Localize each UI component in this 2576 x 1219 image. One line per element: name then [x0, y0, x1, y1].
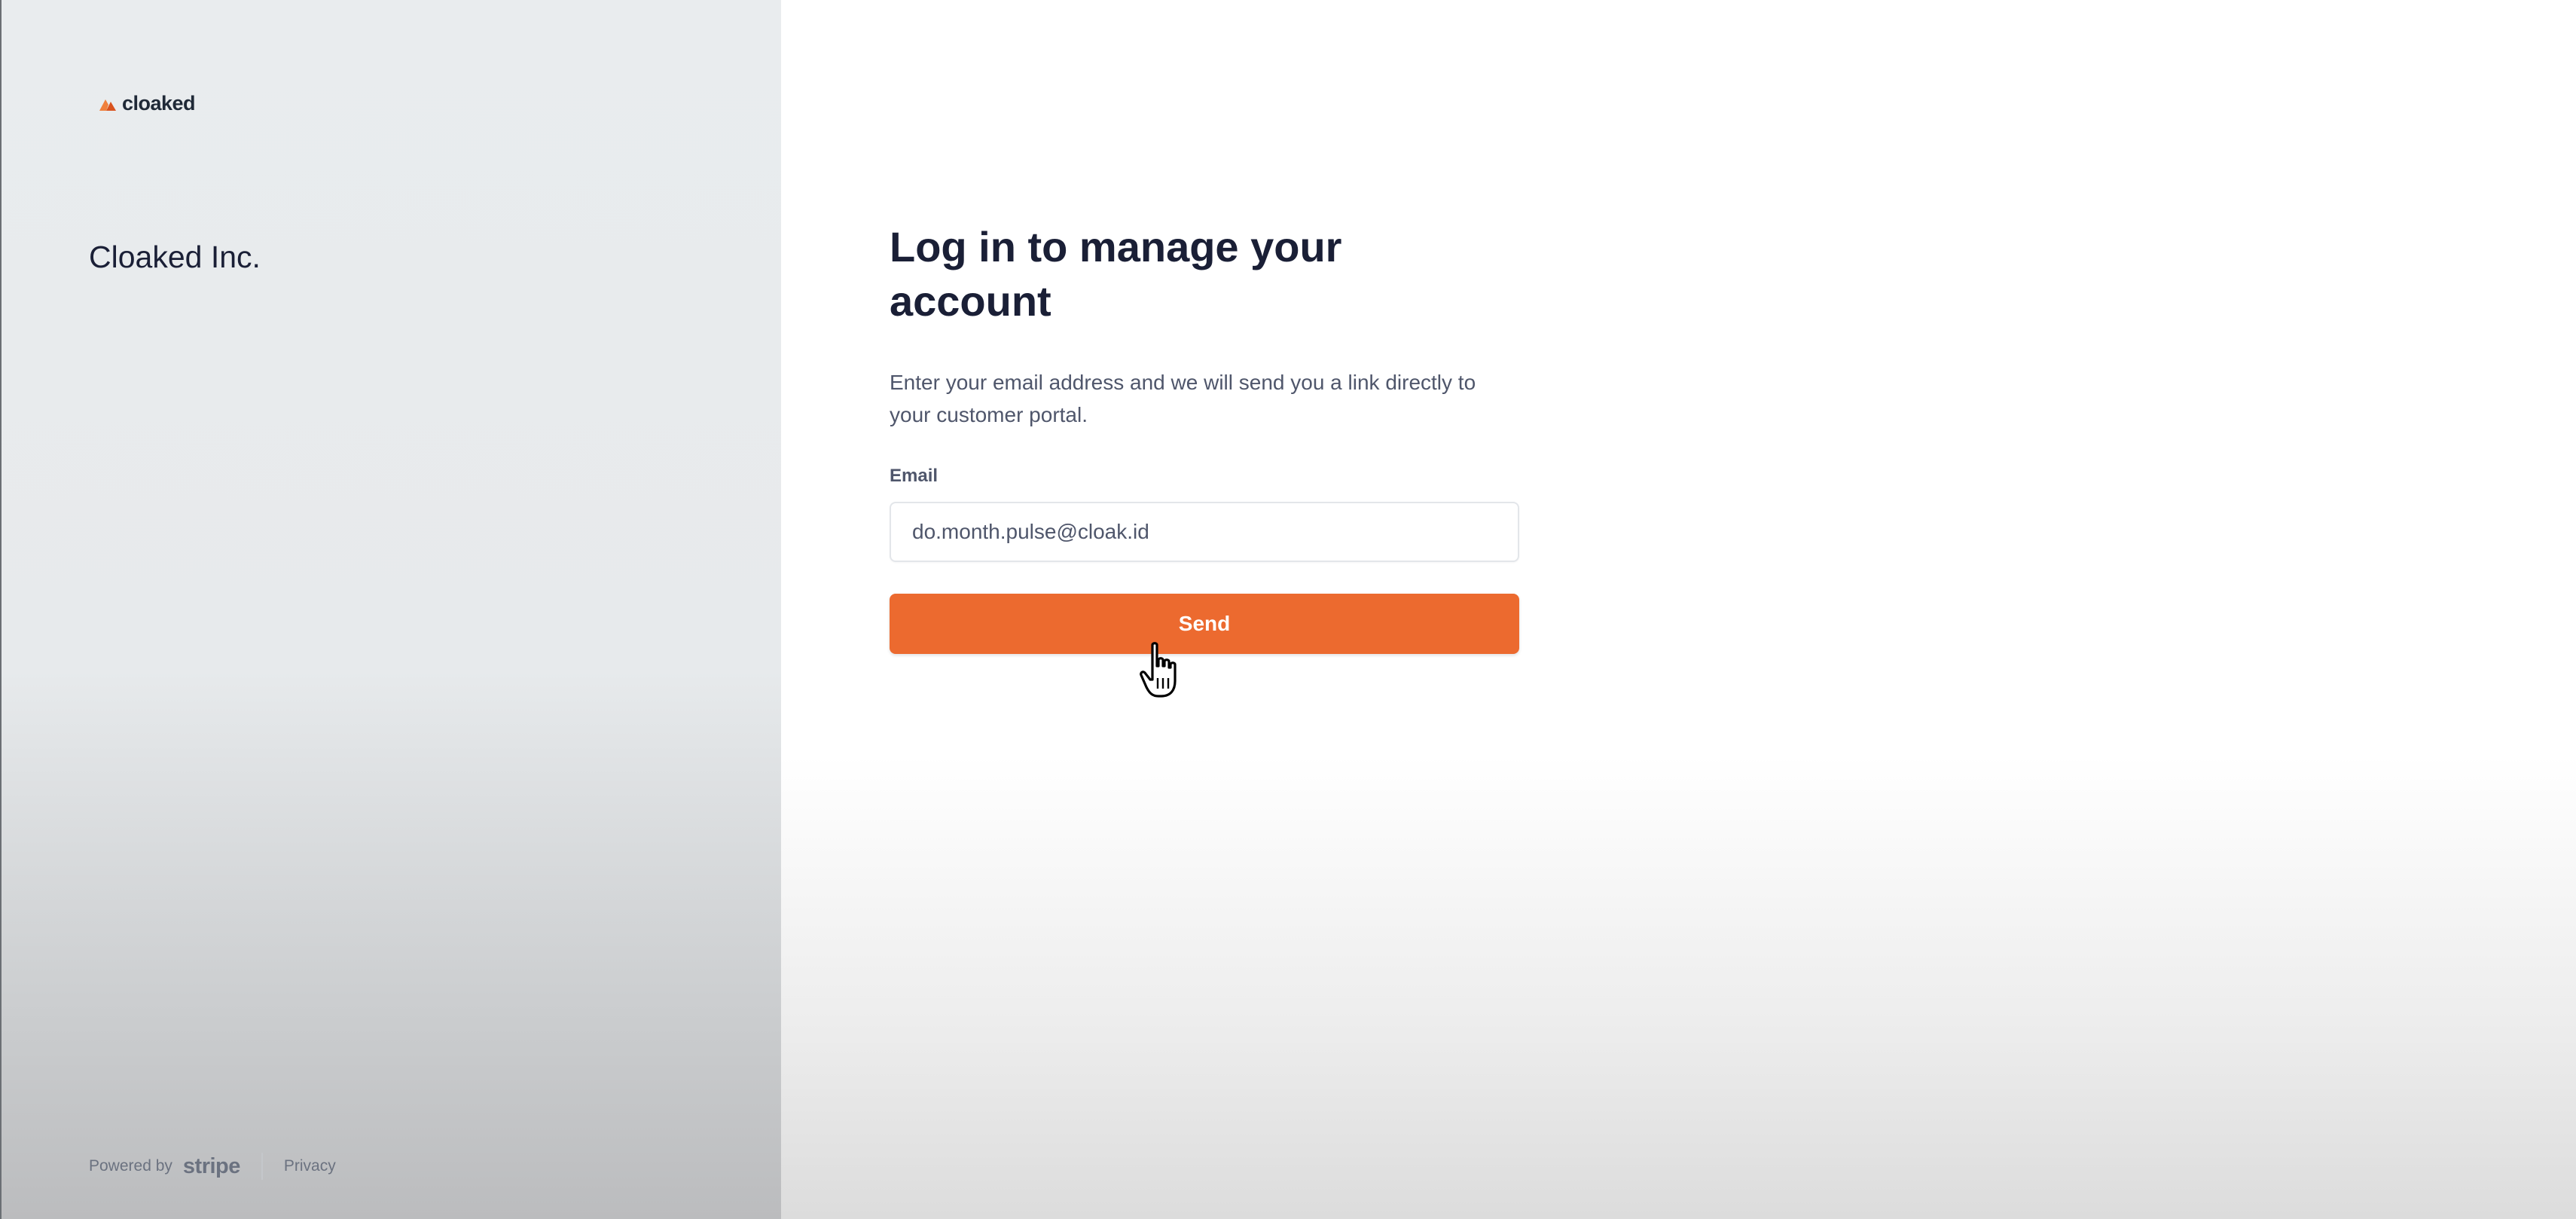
footer-divider	[261, 1153, 263, 1180]
email-input[interactable]	[890, 502, 1519, 562]
powered-by-text: Powered by	[89, 1157, 172, 1175]
form-panel: Log in to manage your account Enter your…	[781, 0, 2576, 1219]
email-label: Email	[890, 466, 939, 486]
cloaked-logo: cloaked	[98, 92, 196, 115]
company-name: Cloaked Inc.	[89, 240, 261, 274]
page-title: Log in to manage your account	[890, 223, 1342, 325]
form-description: Enter your email address and we will sen…	[890, 371, 1476, 426]
privacy-link[interactable]: Privacy	[284, 1157, 336, 1175]
cloaked-logo-icon	[99, 99, 116, 111]
login-form: Log in to manage your account Enter your…	[890, 220, 1519, 654]
logo-text: cloaked	[122, 92, 196, 115]
page: cloaked Cloaked Inc. Powered by stripe P…	[0, 0, 2576, 1219]
brand-panel: cloaked Cloaked Inc. Powered by stripe P…	[0, 0, 781, 1219]
stripe-logo[interactable]: stripe	[183, 1154, 240, 1179]
footer: Powered by stripe Privacy	[89, 1153, 336, 1180]
send-button[interactable]: Send	[890, 594, 1519, 654]
